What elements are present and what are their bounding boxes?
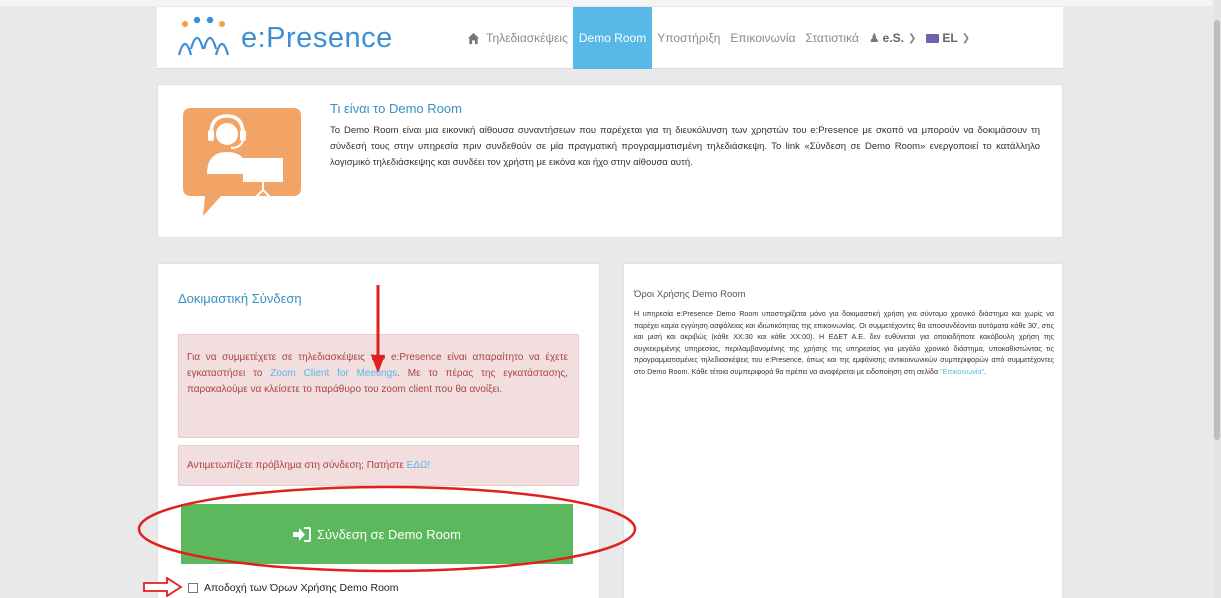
help-here-link[interactable]: ΕΔΩ!	[407, 460, 431, 471]
terms-text: Η υπηρεσία e:Presence Demo Room υποστηρί…	[634, 308, 1054, 377]
nav-item-statistics[interactable]: Στατιστικά	[801, 7, 864, 69]
nav-label-contact: Επικοινωνία	[730, 31, 796, 45]
nav-label-statistics: Στατιστικά	[805, 31, 859, 45]
chevron-down-icon: ❯	[908, 32, 917, 44]
connection-problem-alert: Αντιμετωπίζετε πρόβλημα στη σύνδεση; Πατ…	[178, 445, 579, 486]
terms-body: Η υπηρεσία e:Presence Demo Room υποστηρί…	[634, 309, 1054, 376]
top-navbar: e:Presence Τηλεδιασκέψεις Demo Room Υποσ…	[157, 7, 1063, 69]
user-icon: ♟	[868, 31, 880, 45]
page-scrollbar[interactable]	[1213, 0, 1221, 598]
nav-item-demo-room[interactable]: Demo Room	[572, 7, 653, 69]
terms-end: .	[984, 366, 987, 376]
accept-terms-checkbox[interactable]	[188, 583, 198, 593]
annotation-arrow-right-icon	[143, 577, 183, 597]
contact-page-link[interactable]: "Επικοινωνία"	[940, 367, 984, 376]
language-menu[interactable]: EL ❯	[921, 7, 975, 69]
accept-terms-row: Αποδοχή των Όρων Χρήσης Demo Room	[188, 582, 399, 594]
annotation-arrow-down-icon	[371, 285, 385, 373]
nav-item-support[interactable]: Υποστήριξη	[652, 7, 725, 69]
browser-top-strip	[0, 0, 1221, 6]
scrollbar-thumb[interactable]	[1214, 20, 1220, 440]
nav-item-contact[interactable]: Επικοινωνία	[725, 7, 800, 69]
user-menu[interactable]: ♟ e.S. ❯	[864, 7, 922, 69]
annotation-ellipse-icon	[137, 485, 637, 573]
user-label: e.S.	[882, 31, 905, 45]
nav-label-support: Υποστήριξη	[657, 31, 721, 45]
intro-title: Τι είναι το Demo Room	[330, 101, 462, 116]
nav-label-demo-room: Demo Room	[578, 31, 647, 45]
intro-description: Το Demo Room είναι μια εικονική αίθουσα …	[330, 125, 1040, 168]
terms-title: Όροι Χρήσης Demo Room	[634, 289, 746, 300]
nav-item-teleconferences[interactable]: Τηλεδιασκέψεις	[462, 7, 573, 69]
accept-terms-label[interactable]: Αποδοχή των Όρων Χρήσης Demo Room	[204, 582, 399, 594]
test-connection-title: Δοκιμαστική Σύνδεση	[178, 291, 302, 306]
intro-panel: Τι είναι το Demo Room Το Demo Room είναι…	[157, 84, 1063, 238]
nav-label-teleconferences: Τηλεδιασκέψεις	[486, 31, 568, 45]
headset-presenter-icon	[183, 108, 301, 216]
logo-text: e:Presence	[241, 21, 393, 54]
language-label: EL	[942, 31, 958, 45]
chevron-down-icon: ❯	[961, 32, 971, 44]
main-nav: Τηλεδιασκέψεις Demo Room Υποστήριξη Επικ…	[462, 7, 975, 69]
flag-icon	[926, 33, 940, 43]
logo[interactable]: e:Presence	[177, 15, 393, 61]
problem-text: Αντιμετωπίζετε πρόβλημα στη σύνδεση; Πατ…	[187, 460, 407, 471]
terms-panel: Όροι Χρήσης Demo Room Η υπηρεσία e:Prese…	[623, 263, 1063, 598]
people-logo-icon	[177, 16, 230, 56]
home-icon	[467, 32, 480, 44]
